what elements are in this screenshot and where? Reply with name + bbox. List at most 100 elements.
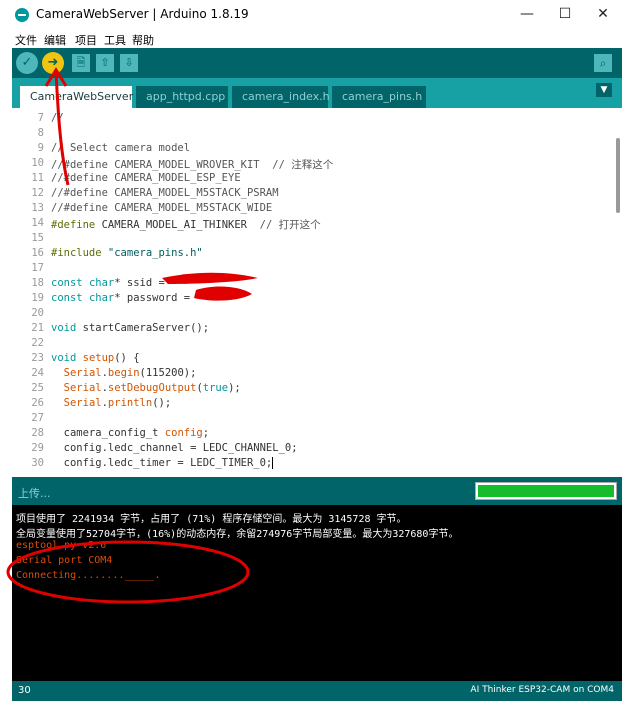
arduino-logo-icon	[15, 8, 29, 22]
line-number: 15	[31, 232, 44, 244]
code-line[interactable]: 19 const char* password = "	[12, 292, 602, 307]
code-line[interactable]: 21 void startCameraServer();	[12, 322, 602, 337]
minimize-button[interactable]: —	[516, 5, 538, 23]
line-number: 24	[31, 367, 44, 379]
line-number: 28	[31, 427, 44, 439]
line-number: 7	[37, 112, 44, 124]
save-sketch-button[interactable]: ⇩	[120, 54, 138, 72]
code-text: config.ledc_channel = LEDC_CHANNEL_0;	[51, 442, 298, 454]
tab-camera-pins[interactable]: camera_pins.h	[332, 86, 426, 108]
line-number: 29	[31, 442, 44, 454]
menu-tools[interactable]: 工具	[104, 32, 126, 48]
arduino-ide-window: CameraWebServer | Arduino 1.8.19 — ☐ ✕ 文…	[6, 0, 622, 705]
code-text: //	[51, 112, 64, 124]
code-text: //#define CAMERA_MODEL_M5STACK_PSRAM	[51, 187, 279, 199]
code-text: Serial.setDebugOutput(true);	[63, 382, 241, 394]
serial-monitor-button[interactable]: ⌕	[594, 54, 612, 72]
code-text: config.ledc_timer = LEDC_TIMER_0;	[51, 457, 274, 469]
code-line[interactable]: 28 camera_config_t config;	[12, 427, 602, 442]
menu-file[interactable]: 文件	[15, 32, 37, 48]
tab-camera-index[interactable]: camera_index.h	[232, 86, 330, 108]
code-text: const char* password = "	[51, 292, 203, 304]
bottom-bar: 30 AI Thinker ESP32-CAM on COM4	[12, 681, 622, 701]
code-line[interactable]: 30 config.ledc_timer = LEDC_TIMER_0;	[12, 457, 602, 472]
status-bar: 上传...	[12, 477, 622, 505]
upload-button[interactable]: ➜	[42, 52, 64, 74]
line-number: 10	[31, 157, 44, 169]
code-line[interactable]: 14 #define CAMERA_MODEL_AI_THINKER // 打开这…	[12, 217, 602, 232]
code-line[interactable]: 15	[12, 232, 602, 247]
status-message: 上传...	[18, 487, 51, 500]
code-text: void startCameraServer();	[51, 322, 210, 334]
output-console[interactable]: 项目使用了 2241934 字节，占用了 (71%) 程序存储空间。最大为 31…	[12, 505, 622, 681]
code-line[interactable]: 23 void setup() {	[12, 352, 602, 367]
line-number: 8	[37, 127, 44, 139]
code-editor[interactable]: 7 // 8 9 // Select camera model 10 //#define C…	[12, 108, 622, 472]
line-number: 14	[31, 217, 44, 229]
code-text: //#define CAMERA_MODEL_ESP_EYE	[51, 172, 241, 184]
line-number: 22	[31, 337, 44, 349]
menu-bar: 文件 编辑 项目 工具 帮助	[6, 30, 622, 48]
code-line[interactable]: 17	[12, 262, 602, 277]
line-number: 19	[31, 292, 44, 304]
board-port-info: AI Thinker ESP32-CAM on COM4	[470, 685, 614, 695]
code-line[interactable]: 7 //	[12, 112, 602, 127]
code-text: Serial.println();	[63, 397, 172, 409]
code-text: const char* ssid =	[51, 277, 172, 289]
title-bar: CameraWebServer | Arduino 1.8.19 — ☐ ✕	[6, 0, 622, 30]
code-text: // Select camera model	[51, 142, 191, 154]
code-line[interactable]: 26 Serial.println();	[12, 397, 602, 412]
code-text: //#define CAMERA_MODEL_WROVER_KIT // 注释这…	[51, 159, 334, 171]
upload-progress-bar	[475, 482, 617, 500]
verify-button[interactable]: ✓	[16, 52, 38, 74]
current-line-number: 30	[18, 685, 31, 696]
code-line[interactable]: 10 //#define CAMERA_MODEL_WROVER_KIT // 注…	[12, 157, 602, 172]
editor-scrollbar[interactable]	[616, 138, 620, 213]
code-text: #define CAMERA_MODEL_AI_THINKER // 打开这个	[51, 219, 321, 231]
window-title: CameraWebServer | Arduino 1.8.19	[36, 7, 249, 21]
line-number: 26	[31, 397, 44, 409]
close-button[interactable]: ✕	[592, 5, 614, 23]
line-number: 9	[37, 142, 44, 154]
code-line[interactable]: 13 //#define CAMERA_MODEL_M5STACK_WIDE	[12, 202, 602, 217]
code-line[interactable]: 11 //#define CAMERA_MODEL_ESP_EYE	[12, 172, 602, 187]
tab-camerawebserver[interactable]: CameraWebServer §	[20, 86, 133, 125]
code-text: camera_config_t config;	[51, 427, 210, 439]
line-number: 13	[31, 202, 44, 214]
line-number: 30	[31, 457, 44, 469]
console-line: 项目使用了 2241934 字节，占用了 (71%) 程序存储空间。最大为 31…	[16, 514, 407, 525]
menu-sketch[interactable]: 项目	[75, 32, 97, 48]
console-line: esptool.py v2.6	[16, 540, 107, 551]
code-text: Serial.begin(115200);	[63, 367, 197, 379]
code-line[interactable]: 16 #include "camera_pins.h"	[12, 247, 602, 262]
open-sketch-button[interactable]: ⇧	[96, 54, 114, 72]
menu-help[interactable]: 帮助	[132, 32, 154, 48]
line-number: 12	[31, 187, 44, 199]
code-line[interactable]: 20	[12, 307, 602, 322]
code-text: void setup() {	[51, 352, 140, 364]
line-number: 23	[31, 352, 44, 364]
line-number: 17	[31, 262, 44, 274]
new-sketch-button[interactable]: 🗎	[72, 54, 90, 72]
upload-progress-fill	[478, 485, 614, 497]
line-number: 27	[31, 412, 44, 424]
code-line[interactable]: 22	[12, 337, 602, 352]
code-line[interactable]: 27	[12, 412, 602, 427]
code-line[interactable]: 24 Serial.begin(115200);	[12, 367, 602, 382]
tab-row: CameraWebServer § app_httpd.cpp camera_i…	[12, 78, 622, 125]
code-line[interactable]: 25 Serial.setDebugOutput(true);	[12, 382, 602, 397]
menu-edit[interactable]: 编辑	[44, 32, 66, 48]
code-line[interactable]: 18 const char* ssid =	[12, 277, 602, 292]
code-line[interactable]: 29 config.ledc_channel = LEDC_CHANNEL_0;	[12, 442, 602, 457]
code-line[interactable]: 8	[12, 127, 602, 142]
line-number: 18	[31, 277, 44, 289]
tab-app-httpd[interactable]: app_httpd.cpp	[136, 86, 228, 108]
code-line[interactable]: 9 // Select camera model	[12, 142, 602, 157]
maximize-button[interactable]: ☐	[554, 5, 576, 23]
line-number: 20	[31, 307, 44, 319]
tab-menu-button[interactable]: ▼	[596, 83, 612, 97]
text-cursor	[272, 457, 274, 469]
code-line[interactable]: 12 //#define CAMERA_MODEL_M5STACK_PSRAM	[12, 187, 602, 202]
line-number: 21	[31, 322, 44, 334]
console-line: 全局变量使用了52704字节，(16%)的动态内存，余留274976字节局部变量…	[16, 529, 459, 540]
